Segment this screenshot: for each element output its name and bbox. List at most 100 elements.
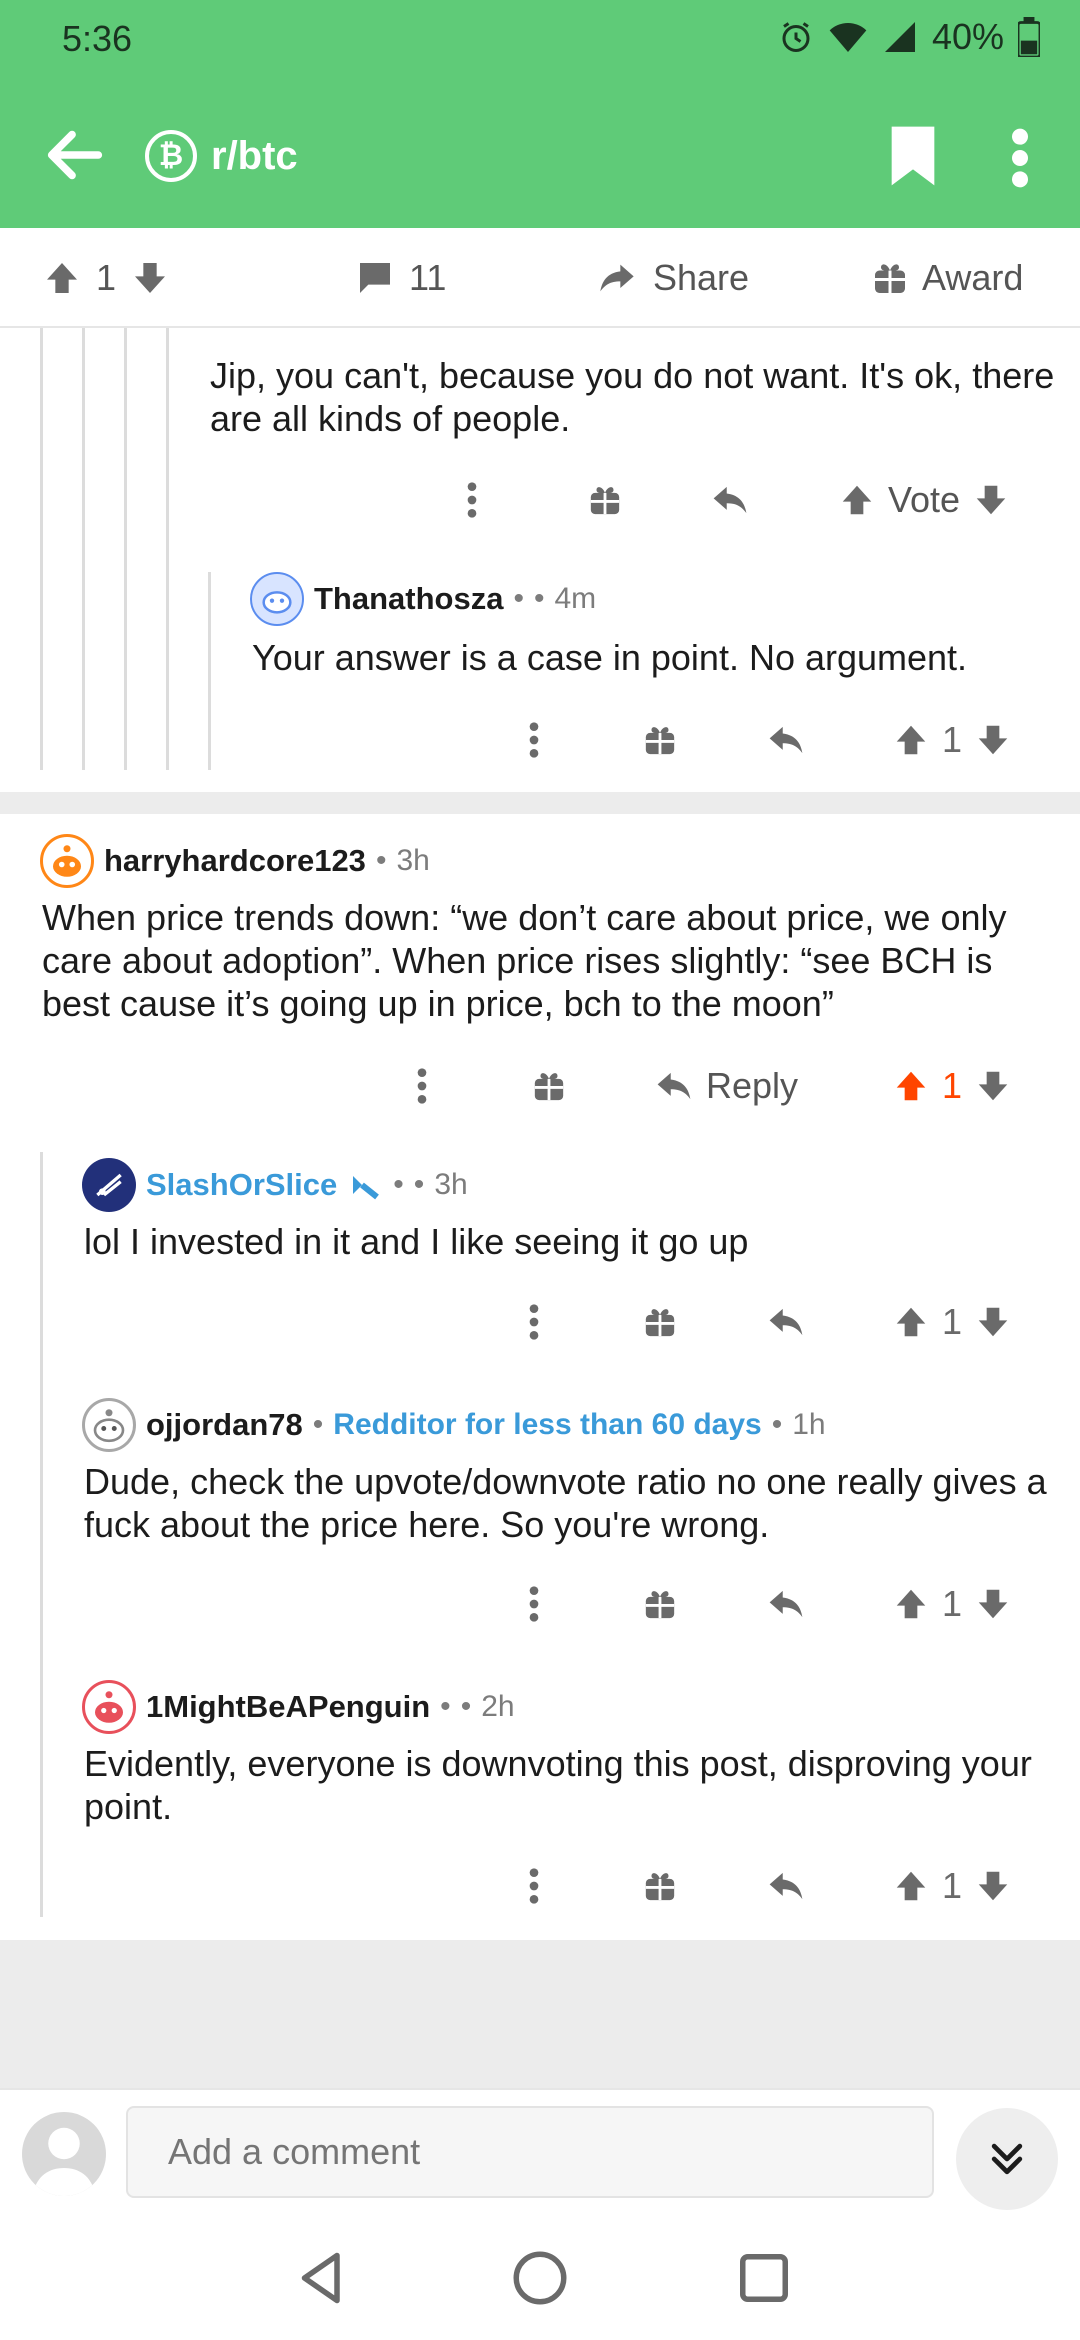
comment-award-button[interactable]	[643, 1574, 677, 1634]
user-avatar[interactable]	[22, 2112, 106, 2196]
post-action-bar: 1 11 Share Award	[0, 228, 1080, 328]
overflow-menu-icon[interactable]	[1005, 126, 1035, 190]
upvote-active-icon[interactable]	[892, 1067, 930, 1105]
snoo-avatar-icon	[53, 845, 81, 877]
post-award-label: Award	[922, 257, 1024, 298]
thread-line[interactable]	[40, 1152, 43, 1917]
comment-body: Your answer is a case in point. No argum…	[252, 637, 968, 678]
bookmark-icon[interactable]	[886, 124, 940, 188]
comment-username[interactable]: harryhardcore123	[104, 843, 366, 879]
battery-icon	[1018, 17, 1040, 57]
alarm-icon	[782, 22, 810, 52]
avatar[interactable]	[82, 1158, 136, 1212]
comment-reply-button[interactable]	[766, 710, 806, 770]
comment-more-button[interactable]	[528, 710, 540, 770]
upvote-icon[interactable]	[892, 1585, 930, 1623]
comment-reply-button[interactable]: Reply	[654, 1056, 798, 1116]
comment-award-button[interactable]	[643, 1292, 677, 1352]
comment-more-button[interactable]	[528, 1574, 540, 1634]
downvote-icon[interactable]	[974, 1867, 1012, 1905]
vote-label: Vote	[888, 479, 961, 520]
comment-more-button[interactable]	[528, 1856, 540, 1916]
comment-award-button[interactable]	[643, 710, 677, 770]
reply-icon	[769, 1872, 803, 1900]
avatar[interactable]	[82, 1398, 136, 1452]
comment-more-button[interactable]	[528, 1292, 540, 1352]
comment-actions: Vote	[0, 470, 1080, 530]
avatar[interactable]	[82, 1680, 136, 1734]
upvote-icon[interactable]	[892, 1867, 930, 1905]
comment-username[interactable]: ojjordan78	[146, 1407, 303, 1443]
downvote-icon[interactable]	[974, 1303, 1012, 1341]
nav-home-icon[interactable]	[510, 2248, 570, 2308]
comment-meta: harryhardcore123 • 3h	[40, 834, 430, 888]
back-arrow-icon[interactable]	[40, 120, 110, 190]
upvote-icon[interactable]	[838, 481, 876, 519]
comment-username[interactable]: SlashOrSlice	[146, 1167, 337, 1203]
upvote-icon[interactable]	[42, 258, 82, 298]
collapse-threads-button[interactable]	[956, 2108, 1058, 2210]
upvote-icon[interactable]	[892, 1303, 930, 1341]
system-nav-bar	[0, 2212, 1080, 2340]
comment-meta: Thanathosza • • 4m	[250, 572, 596, 626]
comment-body: Dude, check the upvote/downvote ratio no…	[84, 1461, 1047, 1545]
thread-line[interactable]	[40, 328, 43, 770]
comment-reply-button[interactable]	[766, 1856, 806, 1916]
bitcoin-icon: ₿	[145, 130, 197, 182]
comment-time: 4m	[554, 582, 597, 615]
comment-meta: SlashOrSlice • • 3h	[82, 1158, 468, 1212]
comment-actions: 1	[0, 1292, 1080, 1352]
reply-icon	[713, 486, 747, 514]
meta-dot: •	[513, 582, 524, 615]
comment-username[interactable]: 1MightBeAPenguin	[146, 1689, 430, 1725]
more-vertical-icon	[417, 1068, 427, 1104]
subreddit-chip[interactable]: ₿ r/btc	[145, 130, 298, 182]
comment-separator	[0, 792, 1080, 814]
thread-line[interactable]	[166, 328, 169, 770]
comment-username[interactable]: Thanathosza	[314, 581, 503, 617]
reply-icon	[769, 1308, 803, 1336]
comment-more-button[interactable]	[466, 470, 478, 530]
comment-award-button[interactable]	[532, 1056, 566, 1116]
comment-more-button[interactable]	[416, 1056, 428, 1116]
post-comments-button[interactable]: 11	[355, 228, 446, 328]
nav-back-icon[interactable]	[292, 2248, 352, 2308]
downvote-icon[interactable]	[974, 1585, 1012, 1623]
comment-reply-button[interactable]	[766, 1574, 806, 1634]
gift-icon	[645, 1591, 675, 1619]
battery-percent: 40%	[931, 16, 1004, 57]
meta-dot: •	[460, 1690, 472, 1723]
comment-vote-group: 1	[892, 1292, 1012, 1352]
post-comment-count: 11	[409, 257, 447, 298]
comment-award-button[interactable]	[588, 470, 622, 530]
post-award-button[interactable]: Award	[872, 228, 1023, 328]
comment-composer	[0, 2088, 1080, 2212]
upvote-icon[interactable]	[892, 721, 930, 759]
gift-icon	[534, 1073, 564, 1101]
comment-award-button[interactable]	[643, 1856, 677, 1916]
comment-reply-button[interactable]	[766, 1292, 806, 1352]
thread-line[interactable]	[82, 328, 85, 770]
comment-reply-button[interactable]	[710, 470, 750, 530]
list-end-spacer	[0, 1940, 1080, 2088]
comment-score: 1	[942, 1301, 963, 1342]
add-comment-input[interactable]	[126, 2106, 934, 2198]
downvote-icon[interactable]	[972, 481, 1010, 519]
comment-body: lol I invested in it and I like seeing i…	[84, 1221, 749, 1262]
nav-recents-icon[interactable]	[734, 2248, 794, 2308]
avatar[interactable]	[250, 572, 304, 626]
comment-vote-group: 1	[892, 1856, 1012, 1916]
downvote-icon[interactable]	[974, 1067, 1012, 1105]
comment-time: 2h	[481, 1690, 515, 1723]
avatar[interactable]	[40, 834, 94, 888]
signal-icon	[884, 22, 915, 52]
gift-icon	[645, 1309, 675, 1337]
subreddit-name: r/btc	[211, 133, 298, 178]
downvote-icon[interactable]	[130, 258, 170, 298]
comment-actions: 1	[0, 710, 1080, 770]
post-share-button[interactable]: Share	[595, 228, 749, 328]
downvote-icon[interactable]	[974, 721, 1012, 759]
status-time: 5:36	[62, 18, 133, 59]
thread-line[interactable]	[124, 328, 127, 770]
comment-body: When price trends down: “we don’t care a…	[42, 897, 1007, 1024]
